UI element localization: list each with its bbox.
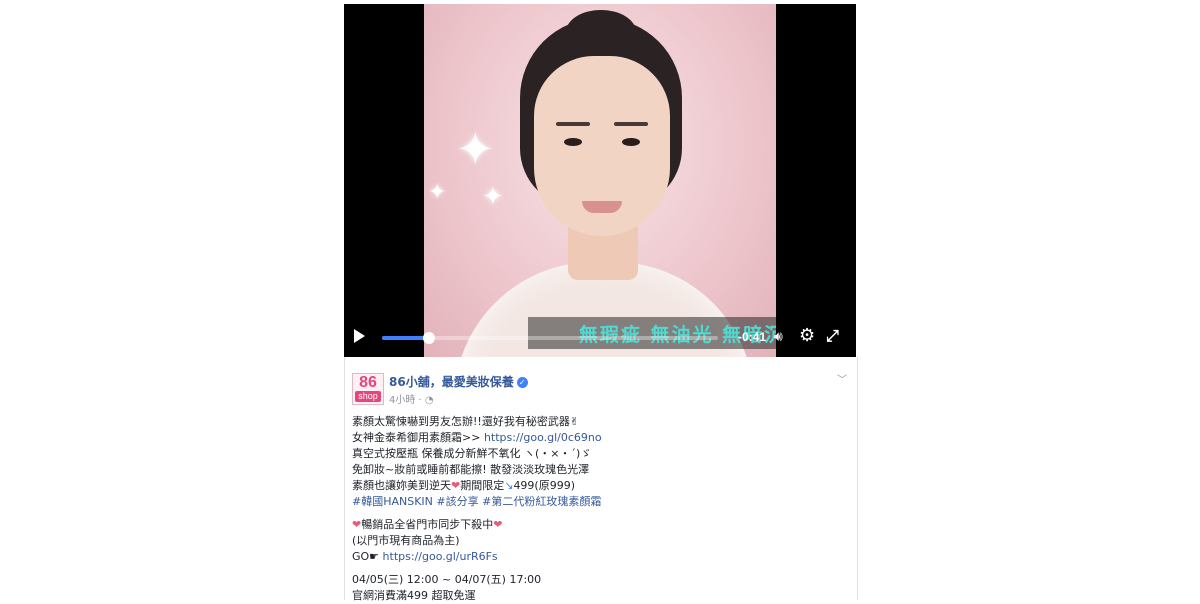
video-controls: -0:41 🔊︎ ⚙ ⤢ xyxy=(344,317,856,357)
play-icon[interactable] xyxy=(354,329,365,343)
heart-icon: ❤ xyxy=(352,518,362,531)
video-player[interactable]: ✦ ✦ ✦ 無瑕疵 無油光 無暗沉 -0:41 🔊︎ ⚙ ⤢ xyxy=(344,4,856,357)
globe-icon: ◔ xyxy=(424,395,434,406)
scrubber-handle[interactable] xyxy=(423,332,436,344)
post-line: 素顏太驚悚嚇到男友怎辦!!還好我有秘密武器✌ xyxy=(352,415,580,428)
expand-icon[interactable]: ⤢ xyxy=(826,327,839,345)
post-line: 真空式按壓瓶 保養成分新鮮不氧化 ヽ(・×・´)ゞ xyxy=(352,447,592,460)
hashtags[interactable]: #韓國HANSKIN #該分享 #第二代粉紅玫瑰素顏霜 xyxy=(352,494,602,510)
product-link[interactable]: https://goo.gl/0c69no xyxy=(484,431,602,444)
post-line-text: 女神金泰希御用素顏霜>> xyxy=(352,431,484,444)
logo-text-top: 86 xyxy=(359,374,377,391)
sparkle-icon: ✦ xyxy=(456,122,495,176)
video-frame: ✦ ✦ ✦ 無瑕疵 無油光 無暗沉 xyxy=(424,4,776,357)
sparkle-icon: ✦ xyxy=(428,180,447,205)
gear-icon[interactable]: ⚙ xyxy=(799,327,815,345)
right-eye xyxy=(622,138,640,146)
post-line-text: 期間限定 xyxy=(460,479,505,492)
post-line: (以門市現有商品為主) xyxy=(352,534,460,547)
logo-text-bottom: shop xyxy=(355,391,381,402)
lips xyxy=(582,201,622,213)
post-card: 86 shop 86小舖，最愛美妝保養 ✓ 4小時 · ◔ ﹀ 素顏太驚悚嚇到男友… xyxy=(344,357,858,602)
post-line-text: 499(原999) xyxy=(513,479,576,492)
post-line-text: GO☛ xyxy=(352,550,383,563)
timestamp-text: 4小時 · xyxy=(389,395,422,406)
verified-badge-icon: ✓ xyxy=(516,377,528,388)
volume-icon[interactable]: 🔊︎ xyxy=(774,328,794,346)
chevron-down-icon[interactable]: ﹀ xyxy=(837,371,847,386)
post-line: 免卸妝~妝前或睡前都能擦! 散發淡淡玫瑰色光澤 xyxy=(352,463,590,476)
post-body: 素顏太驚悚嚇到男友怎辦!!還好我有秘密武器✌ 女神金泰希御用素顏霜>> http… xyxy=(352,414,602,604)
video-figure-face xyxy=(534,56,670,236)
post-line-text: 暢銷品全省門市同步下殺中 xyxy=(361,518,494,531)
progress-fill xyxy=(382,336,430,340)
time-remaining: -0:41 xyxy=(738,330,767,344)
post-line-text: 素顏也讓妳美到逆天 xyxy=(352,479,451,492)
post-line: GO☛ https://goo.gl/urR6Fs xyxy=(352,549,602,565)
left-brow xyxy=(556,122,590,126)
store-link[interactable]: https://goo.gl/urR6Fs xyxy=(383,550,498,563)
post-line: 女神金泰希御用素顏霜>> https://goo.gl/0c69no xyxy=(352,430,602,446)
right-brow xyxy=(614,122,648,126)
left-eye xyxy=(564,138,582,146)
post-line: 官網消費滿499 超取免運 xyxy=(352,589,476,602)
heart-icon: ❤ xyxy=(493,518,503,531)
heart-icon: ❤ xyxy=(451,479,461,492)
page-avatar[interactable]: 86 shop xyxy=(352,373,384,405)
page-name-link[interactable]: 86小舖，最愛美妝保養 ✓ xyxy=(389,373,528,390)
sparkle-icon: ✦ xyxy=(482,182,504,212)
post-timestamp[interactable]: 4小時 · ◔ xyxy=(389,391,434,406)
progress-bar[interactable] xyxy=(382,332,718,344)
post-line: 素顏也讓妳美到逆天❤期間限定↘499(原999) xyxy=(352,478,602,494)
post-line: 04/05(三) 12:00 ~ 04/07(五) 17:00 xyxy=(352,573,542,586)
post-line: ❤暢銷品全省門市同步下殺中❤ xyxy=(352,517,602,533)
page-name: 86小舖，最愛美妝保養 xyxy=(389,375,514,389)
